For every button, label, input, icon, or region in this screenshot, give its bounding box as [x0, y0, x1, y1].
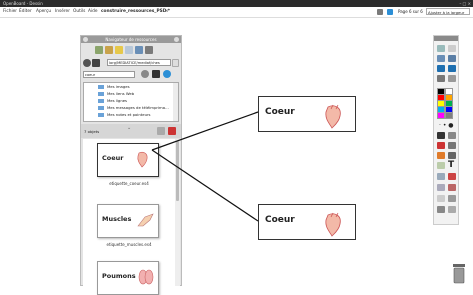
image-icon[interactable]	[437, 55, 445, 62]
arrow-left-icon[interactable]	[437, 65, 445, 72]
color-swatch-cyan[interactable]	[437, 106, 445, 113]
pointer-icon[interactable]	[437, 132, 445, 139]
trash-icon[interactable]	[452, 262, 466, 284]
magic-icon[interactable]	[448, 152, 456, 159]
color-swatch-orange[interactable]	[445, 94, 453, 101]
mask-icon[interactable]	[448, 195, 456, 202]
canvas-arrows	[151, 111, 259, 222]
color-swatch-magenta[interactable]	[437, 112, 445, 119]
palette-header[interactable]	[434, 36, 458, 41]
line-icon[interactable]	[437, 75, 445, 82]
triangle-icon[interactable]	[448, 184, 456, 191]
arrow-line[interactable]	[151, 111, 259, 151]
trash-can-icon	[453, 264, 465, 284]
color-swatch-red[interactable]	[437, 94, 445, 101]
capture-icon[interactable]	[437, 162, 445, 169]
protractor-icon[interactable]	[437, 184, 445, 191]
color-swatch-gray[interactable]	[445, 112, 453, 119]
card-label: Coeur	[265, 107, 295, 117]
shape-icon[interactable]	[437, 152, 445, 159]
marker-icon[interactable]	[448, 45, 456, 52]
arrow-right-icon[interactable]	[448, 65, 456, 72]
color-swatch-blue[interactable]	[445, 106, 453, 113]
camera-icon[interactable]	[437, 206, 445, 213]
color-swatch-yellow[interactable]	[437, 100, 445, 107]
text-icon[interactable]	[448, 55, 456, 62]
canvas-label-card[interactable]: Coeur	[258, 204, 356, 240]
hand-icon[interactable]	[448, 132, 456, 139]
heart-illustration-icon	[325, 212, 341, 237]
compass-icon[interactable]	[448, 173, 456, 180]
tools-palette: · • ● T	[433, 35, 459, 225]
lock-icon[interactable]	[437, 195, 445, 202]
color-swatch-black[interactable]	[437, 88, 445, 95]
canvas-label-card[interactable]: Coeur	[258, 96, 356, 132]
arrow-line[interactable]	[151, 149, 259, 222]
text-tool-icon[interactable]: T	[448, 160, 454, 170]
color-swatch-green[interactable]	[445, 100, 453, 107]
record-icon[interactable]	[448, 206, 456, 213]
eraser-icon[interactable]	[448, 75, 456, 82]
heart-illustration-icon	[325, 104, 341, 129]
zoom-icon[interactable]	[448, 142, 456, 149]
stroke-width-dots[interactable]: · • ●	[439, 122, 454, 129]
laser-icon[interactable]	[437, 142, 445, 149]
color-swatch-white[interactable]	[445, 88, 453, 95]
ruler-icon[interactable]	[437, 173, 445, 180]
card-label: Coeur	[265, 215, 295, 225]
pen-icon[interactable]	[437, 45, 445, 52]
